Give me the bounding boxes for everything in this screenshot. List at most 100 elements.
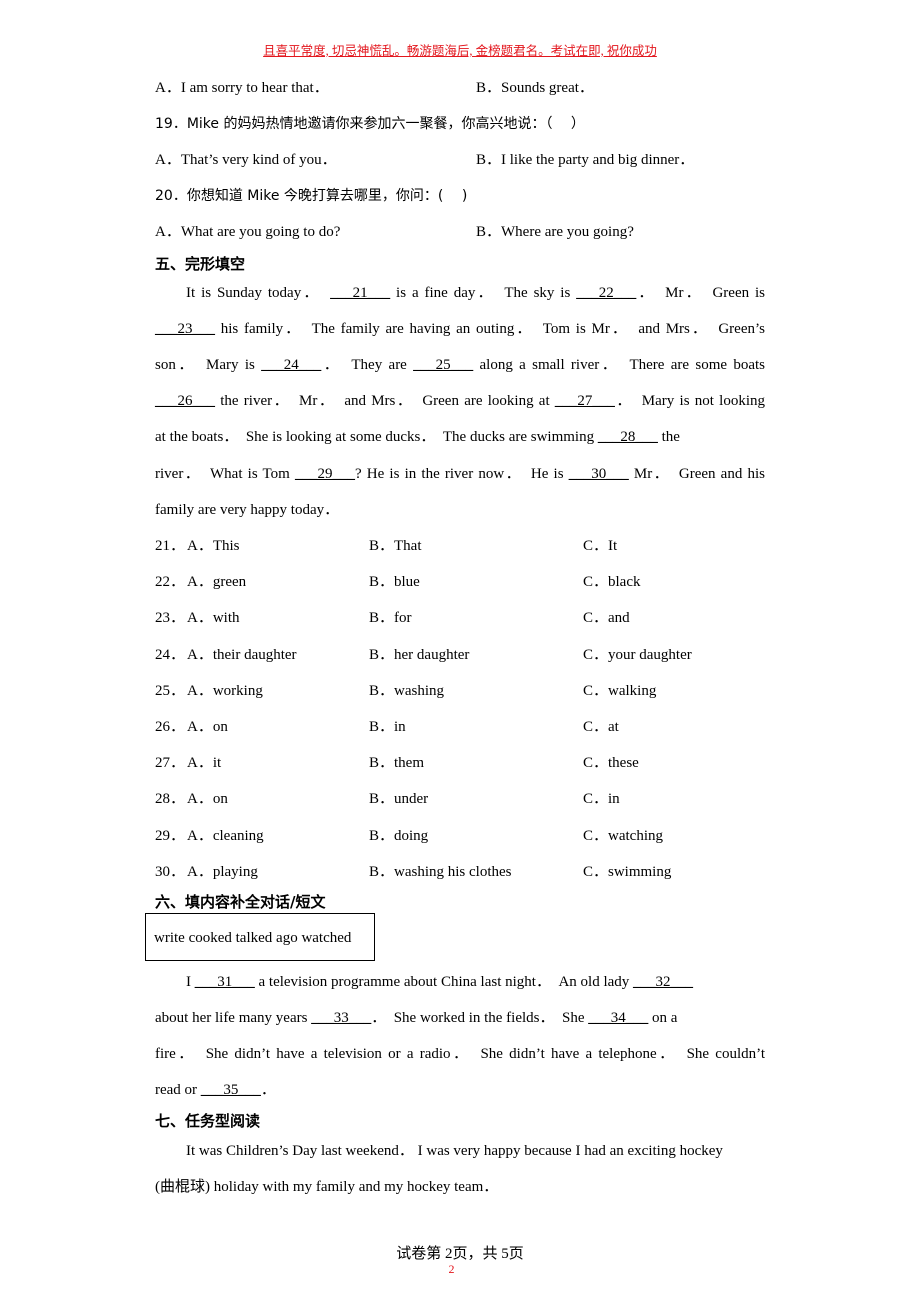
option-c[interactable]: C．swimming [583,862,671,882]
q20-stem: 20．你想知道 Mike 今晚打算去哪里，你问：( ) [155,188,468,204]
blank-30[interactable]: ___30___ [569,466,629,482]
blank-34[interactable]: ___34___ [588,1010,648,1026]
option-b[interactable]: B．them [369,753,424,773]
passage-text: a television programme about China last … [254,974,634,990]
blank-23[interactable]: ___23___ [155,321,215,337]
passage-text: ． She worked in the fields． She [371,1010,589,1026]
passage-text: read or [155,1082,201,1098]
passage-line: at the boats． She is looking at some duc… [155,427,680,447]
option-b[interactable]: B．in [369,717,406,737]
header-motto: 且喜平常度, 切忌神慌乱。畅游题海后, 金榜题君名。考试在即, 祝你成功 [263,44,657,58]
passage-line: ___23___ his family． The family are havi… [155,319,765,339]
passage-line: read or ___35___． [155,1080,276,1100]
passage-line: ___26___ the river． Mr． and Mrs． Green a… [155,391,765,411]
section7-passage-line: It was Children’s Day last weekend． I wa… [186,1143,723,1159]
option-b[interactable]: B．washing his clothes [369,862,512,882]
option-b[interactable]: B．blue [369,572,420,592]
option-b[interactable]: B．doing [369,826,428,846]
option-c[interactable]: C．in [583,789,620,809]
blank-32[interactable]: ___32___ [633,974,693,990]
question-number: 21． [155,538,186,554]
option-c[interactable]: C．It [583,536,617,556]
option-b[interactable]: B．her daughter [369,645,469,665]
option-c[interactable]: C．black [583,572,641,592]
option-b[interactable]: B．washing [369,681,444,701]
question-number: 28． [155,791,186,808]
question-number: 30． [155,863,186,880]
passage-text: It is Sunday today． [186,285,331,301]
q18-option-a[interactable]: A．I am sorry to hear that． [155,78,329,98]
q20-option-a[interactable]: A．What are you going to do? [155,222,340,242]
passage-line: son． Mary is ___24___． They are ___25___… [155,355,765,375]
passage-line: family are very happy today． [155,500,339,520]
option-a[interactable]: A．cleaning [187,826,264,846]
option-a[interactable]: A．it [187,753,221,773]
blank-27[interactable]: ___27___ [555,393,615,409]
option-b[interactable]: B．under [369,789,428,809]
option-c[interactable]: C．and [583,608,630,628]
q19-stem: 19．Mike 的妈妈热情地邀请你来参加六一聚餐，你高兴地说：（ ） [155,116,585,132]
blank-25[interactable]: ___25___ [413,357,473,373]
passage-text: son． Mary is [155,357,262,373]
blank-24[interactable]: ___24___ [261,357,321,373]
footer-prefix: 试卷第 2 [396,1246,453,1262]
passage-text: on a [648,1010,678,1026]
blank-29[interactable]: ___29___ [295,466,355,482]
passage-line: about her life many years ___33___． She … [155,1008,677,1028]
blank-22[interactable]: ___22___ [576,285,636,301]
passage-text: ． Mr． Green is [636,285,766,301]
option-a[interactable]: A．on [187,789,228,809]
question-number: 23． [155,610,186,627]
option-c[interactable]: C．these [583,753,639,773]
passage-line: It is Sunday today． ___21___ is a fine d… [186,283,765,303]
passage-text: I [186,974,195,990]
blank-31[interactable]: ___31___ [195,974,255,990]
q18-option-b[interactable]: B．Sounds great． [476,78,594,98]
section6-title: 六、填内容补全对话/短文 [155,893,326,911]
passage-text: family are very happy today． [155,502,340,518]
blank-28[interactable]: ___28___ [598,429,658,445]
blank-21[interactable]: ___21___ [330,285,390,301]
option-c[interactable]: C．watching [583,826,663,846]
option-c[interactable]: C．at [583,717,619,737]
option-a[interactable]: A．working [187,681,263,701]
option-c[interactable]: C．walking [583,681,656,701]
question-number: 29． [155,827,186,844]
passage-text: ? He is in the river now． He is [354,466,569,482]
option-c[interactable]: C．your daughter [583,645,692,665]
q20-option-b[interactable]: B．Where are you going? [476,222,634,242]
option-a[interactable]: A．on [187,717,228,737]
q19-option-b[interactable]: B．I like the party and big dinner． [476,150,694,170]
passage-line: I ___31___ a television programme about … [186,972,693,992]
option-b[interactable]: B．That [369,536,422,556]
question-number: 27． [155,755,186,772]
passage-text: ． Mary is not looking [614,393,765,409]
passage-text: about her life many years [155,1010,312,1026]
passage-text: river． What is Tom [155,466,295,482]
passage-line: river． What is Tom ___29___? He is in th… [155,464,765,484]
passage-text: along a small river． There are some boat… [473,357,766,373]
passage-text: ． [260,1082,276,1098]
option-a[interactable]: A．green [187,572,246,592]
option-a[interactable]: A．their daughter [187,645,297,665]
passage-text: ． They are [321,357,414,373]
passage-text: at the boats． She is looking at some duc… [155,429,598,445]
passage-line: fire． She didn’t have a television or a … [155,1044,765,1064]
passage-text: is a fine day． The sky is [390,285,577,301]
passage-text: his family． The family are having an out… [215,321,765,337]
q19-option-a[interactable]: A．That’s very kind of you． [155,150,337,170]
blank-33[interactable]: ___33___ [311,1010,371,1026]
option-a[interactable]: A．playing [187,862,258,882]
page-footer: 试卷第 2 2 页，共 5页 [0,1242,920,1276]
section7-title: 七、任务型阅读 [155,1112,261,1130]
passage-text: fire． She didn’t have a television or a … [155,1046,765,1062]
blank-35[interactable]: ___35___ [201,1082,261,1098]
question-number: 26． [155,719,186,735]
option-b[interactable]: B．for [369,608,412,628]
option-a[interactable]: A．with [187,608,240,628]
option-a[interactable]: A．This [187,536,240,556]
footer-suffix: 页，共 5页 [452,1246,524,1262]
blank-26[interactable]: ___26___ [155,393,215,409]
passage-text: the river． Mr． and Mrs． Green are lookin… [215,393,555,409]
passage-text: the [657,429,680,445]
